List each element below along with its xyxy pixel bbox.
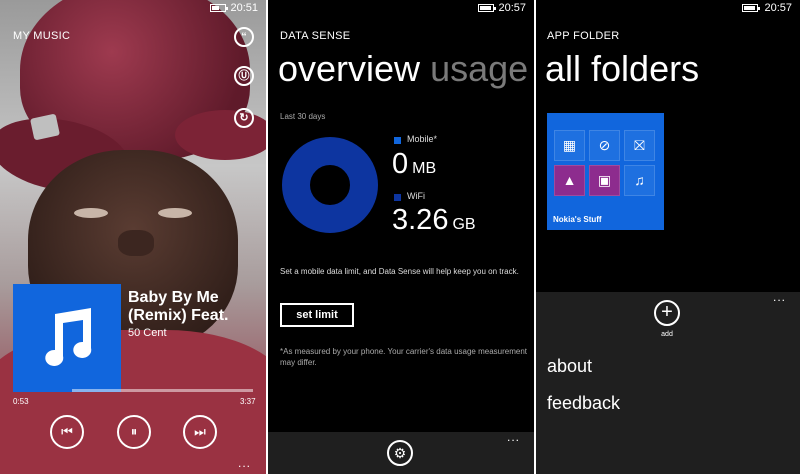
folder-tile[interactable]: ▦ ⊘ ⛝ ▲ ▣ ♫ Nokia's Stuff bbox=[547, 113, 664, 230]
elapsed-time: 0:53 bbox=[13, 397, 29, 406]
picture-icon: ▣ bbox=[589, 165, 620, 196]
status-bar: 20:51 bbox=[0, 0, 266, 18]
mobile-unit: MB bbox=[412, 160, 437, 177]
photo-edit-icon: ▲ bbox=[554, 165, 585, 196]
more-button[interactable]: ... bbox=[507, 430, 520, 444]
album-art[interactable] bbox=[13, 284, 121, 392]
status-bar: 20:57 bbox=[268, 0, 534, 18]
app-folder-screen: 20:57 APP FOLDER all folders ▦ ⊘ ⛝ ▲ ▣ ♫… bbox=[536, 0, 800, 474]
status-bar: 20:57 bbox=[536, 0, 800, 18]
song-title-line1: Baby By Me bbox=[128, 289, 219, 306]
song-title-line2: (Remix) Feat. bbox=[128, 307, 229, 324]
status-time: 20:57 bbox=[764, 2, 792, 14]
pivot-header: overview usage bbox=[278, 48, 528, 90]
data-sense-screen: 20:57 DATA SENSE overview usage Last 30 … bbox=[268, 0, 534, 474]
wifi-legend-swatch bbox=[394, 194, 401, 201]
mobile-label: Mobile* bbox=[407, 134, 438, 144]
more-button[interactable]: ... bbox=[773, 290, 786, 304]
quote-icon[interactable]: “ bbox=[234, 27, 254, 47]
music-icon: ♫ bbox=[624, 165, 655, 196]
store-icon: ▦ bbox=[554, 130, 585, 161]
add-label: add bbox=[661, 331, 673, 338]
music-screen: 20:51 MY MUSIC “ Ⓤ ↻ Baby By Me (Remix) … bbox=[0, 0, 266, 474]
battery-icon bbox=[742, 4, 760, 12]
status-time: 20:57 bbox=[498, 2, 526, 14]
menu-item-about[interactable]: about bbox=[547, 356, 592, 377]
battery-fill bbox=[744, 6, 756, 10]
mobile-legend-swatch bbox=[394, 137, 401, 144]
menu-item-feedback[interactable]: feedback bbox=[547, 393, 620, 414]
donut-ring bbox=[282, 137, 378, 233]
pause-button[interactable]: ⏸ bbox=[117, 415, 151, 449]
limit-info-text: Set a mobile data limit, and Data Sense … bbox=[280, 267, 519, 276]
music-note-icon bbox=[45, 308, 92, 366]
progress-fill bbox=[13, 389, 72, 392]
page-title: all folders bbox=[545, 48, 700, 89]
tab-overview[interactable]: overview bbox=[278, 48, 420, 89]
artist-name: 50 Cent bbox=[128, 327, 167, 339]
car-icon: ⛝ bbox=[624, 130, 655, 161]
repeat-icon[interactable]: ↻ bbox=[234, 108, 254, 128]
mobile-usage: 0 MB bbox=[392, 148, 436, 181]
mobile-value: 0 bbox=[392, 148, 409, 180]
usage-donut-chart bbox=[282, 137, 378, 233]
wifi-label: WiFi bbox=[407, 191, 425, 201]
battery-icon bbox=[478, 4, 496, 12]
more-button[interactable]: ... bbox=[238, 456, 251, 470]
page-title: MY MUSIC bbox=[13, 30, 71, 42]
tab-usage[interactable]: usage bbox=[430, 48, 528, 89]
smartdj-icon[interactable]: Ⓤ bbox=[234, 66, 254, 86]
app-bar: ⚙ ... bbox=[268, 430, 534, 474]
folder-name: Nokia's Stuff bbox=[553, 215, 602, 224]
wifi-value: 3.26 bbox=[392, 204, 449, 236]
disclaimer-note: *As measured by your phone. Your carrier… bbox=[280, 347, 527, 367]
total-time: 3:37 bbox=[240, 397, 256, 406]
song-title: Baby By Me (Remix) Feat. bbox=[128, 289, 266, 325]
set-limit-button[interactable]: set limit bbox=[280, 303, 354, 327]
progress-bar[interactable] bbox=[13, 389, 253, 392]
battery-fill bbox=[212, 6, 220, 10]
compass-icon: ⊘ bbox=[589, 130, 620, 161]
settings-gear-icon[interactable]: ⚙ bbox=[387, 440, 413, 466]
status-time: 20:51 bbox=[230, 2, 258, 14]
period-label: Last 30 days bbox=[280, 112, 326, 121]
next-button[interactable]: ⏭ bbox=[183, 415, 217, 449]
add-icon[interactable]: + bbox=[654, 300, 680, 326]
app-title: DATA SENSE bbox=[280, 30, 351, 42]
battery-icon bbox=[210, 4, 228, 12]
app-title: APP FOLDER bbox=[547, 30, 620, 42]
app-bar-expanded: ... + add about feedback bbox=[536, 290, 800, 474]
battery-fill bbox=[480, 6, 492, 10]
artist-photo bbox=[0, 0, 266, 474]
wifi-usage: 3.26 GB bbox=[392, 204, 476, 237]
wifi-unit: GB bbox=[452, 216, 476, 233]
previous-button[interactable]: ⏮ bbox=[50, 415, 84, 449]
